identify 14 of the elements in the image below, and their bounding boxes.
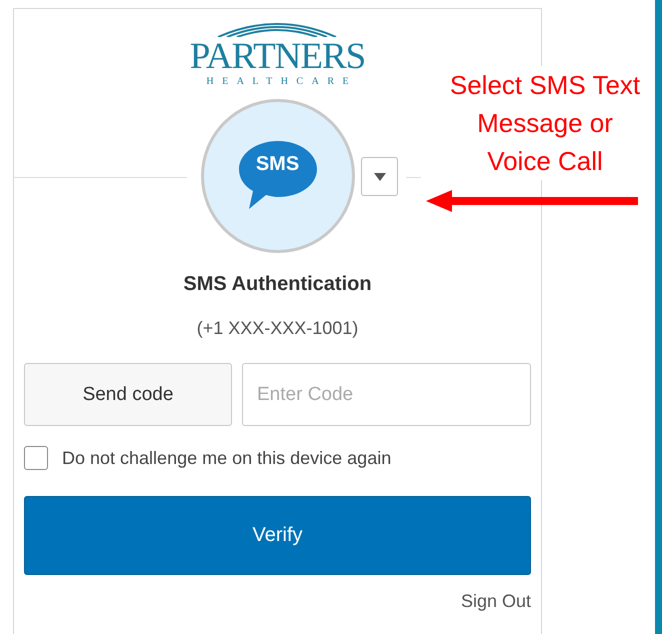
- sms-label: SMS: [254, 152, 300, 177]
- logo-subtitle: HEALTHCARE: [206, 75, 358, 89]
- method-title: SMS Authentication: [183, 273, 372, 296]
- remember-label: Do not challenge me on this device again: [62, 448, 392, 468]
- verify-button[interactable]: Verify: [24, 496, 531, 575]
- remember-checkbox[interactable]: [24, 446, 48, 470]
- phone-number: (+1 XXX-XXX-1001): [196, 318, 358, 339]
- code-input-field[interactable]: Enter Code: [242, 363, 531, 426]
- sign-out-link[interactable]: Sign Out: [460, 591, 531, 612]
- send-code-button[interactable]: Send code: [24, 363, 232, 426]
- caret-icon: [374, 172, 386, 180]
- logo-arc-icon: [217, 23, 338, 37]
- logo-name: PARTNERS: [190, 39, 366, 75]
- method-dropdown[interactable]: [361, 157, 398, 196]
